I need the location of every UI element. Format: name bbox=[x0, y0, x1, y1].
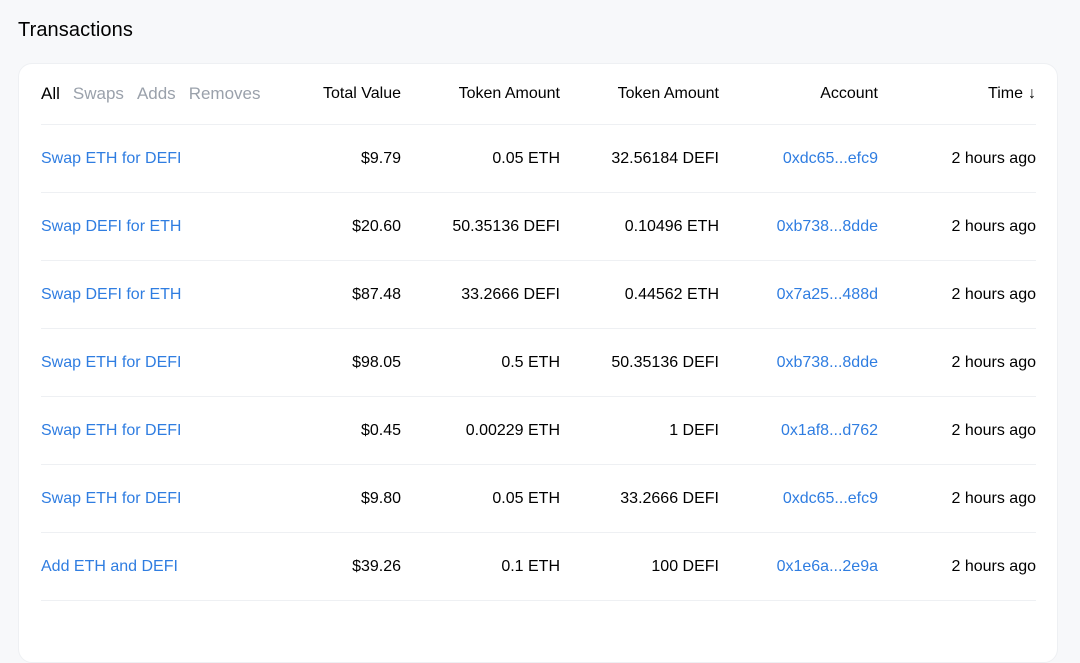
token-amount-1: 0.00229 ETH bbox=[465, 421, 560, 439]
time-ago: 2 hours ago bbox=[951, 149, 1036, 167]
transaction-type-link[interactable]: Swap ETH for DEFI bbox=[41, 422, 181, 440]
column-header-token-amount-1[interactable]: Token Amount bbox=[401, 64, 560, 124]
column-header-token-amount-2[interactable]: Token Amount bbox=[560, 64, 719, 124]
filter-tabs: All Swaps Adds Removes bbox=[41, 64, 261, 124]
column-header-total-value-label: Total Value bbox=[323, 85, 401, 102]
account-link[interactable]: 0x1e6a...2e9a bbox=[777, 558, 878, 576]
total-value: $39.26 bbox=[352, 557, 401, 575]
column-header-total-value[interactable]: Total Value bbox=[301, 64, 401, 124]
transaction-type-link[interactable]: Add ETH and DEFI bbox=[41, 558, 178, 576]
table-row: Swap ETH for DEFI $9.80 0.05 ETH 33.2666 DE… bbox=[41, 465, 1036, 533]
filter-swaps[interactable]: Swaps bbox=[73, 84, 124, 104]
filter-adds[interactable]: Adds bbox=[137, 84, 176, 104]
total-value: $9.79 bbox=[360, 149, 401, 167]
transactions-table: All Swaps Adds Removes Total Value Token… bbox=[41, 64, 1036, 601]
table-header: All Swaps Adds Removes Total Value Token… bbox=[41, 64, 1036, 125]
total-value: $98.05 bbox=[352, 353, 401, 371]
table-body: Swap ETH for DEFI $9.79 0.05 ETH 32.56184 D… bbox=[41, 125, 1036, 601]
token-amount-1: 50.35136 DEFI bbox=[452, 217, 560, 235]
column-header-account[interactable]: Account bbox=[719, 64, 878, 124]
total-value: $87.48 bbox=[352, 285, 401, 303]
table-row: Swap DEFI for ETH $20.60 50.35136 DEFI 0.10… bbox=[41, 193, 1036, 261]
transaction-type-link[interactable]: Swap DEFI for ETH bbox=[41, 218, 181, 236]
time-ago: 2 hours ago bbox=[951, 489, 1036, 507]
time-ago: 2 hours ago bbox=[951, 285, 1036, 303]
transaction-type-link[interactable]: Swap ETH for DEFI bbox=[41, 150, 181, 168]
column-header-time[interactable]: Time ↓ bbox=[878, 64, 1036, 124]
table-row: Add ETH and DEFI $39.26 0.1 ETH 100 DEFI 0x1… bbox=[41, 533, 1036, 601]
token-amount-2: 33.2666 DEFI bbox=[620, 489, 719, 507]
transaction-type-link[interactable]: Swap ETH for DEFI bbox=[41, 490, 181, 508]
token-amount-2: 0.44562 ETH bbox=[624, 285, 719, 303]
token-amount-1: 33.2666 DEFI bbox=[461, 285, 560, 303]
transactions-card: All Swaps Adds Removes Total Value Token… bbox=[18, 63, 1058, 663]
account-link[interactable]: 0xb738...8dde bbox=[777, 218, 878, 236]
filter-removes[interactable]: Removes bbox=[189, 84, 261, 104]
table-row: Swap ETH for DEFI $0.45 0.00229 ETH 1 DEFI 0… bbox=[41, 397, 1036, 465]
transaction-type-link[interactable]: Swap DEFI for ETH bbox=[41, 286, 181, 304]
page-title: Transactions bbox=[18, 19, 133, 41]
column-header-token-amount-2-label: Token Amount bbox=[617, 85, 719, 102]
filter-all[interactable]: All bbox=[41, 84, 60, 104]
total-value: $9.80 bbox=[360, 489, 401, 507]
total-value: $0.45 bbox=[360, 421, 401, 439]
token-amount-1: 0.05 ETH bbox=[492, 489, 560, 507]
token-amount-2: 100 DEFI bbox=[651, 557, 719, 575]
account-link[interactable]: 0x7a25...488d bbox=[777, 286, 878, 304]
column-header-token-amount-1-label: Token Amount bbox=[458, 85, 560, 102]
table-row: Swap ETH for DEFI $98.05 0.5 ETH 50.35136 D… bbox=[41, 329, 1036, 397]
time-ago: 2 hours ago bbox=[951, 353, 1036, 371]
account-link[interactable]: 0xdc65...efc9 bbox=[783, 490, 878, 508]
time-ago: 2 hours ago bbox=[951, 217, 1036, 235]
transaction-type-link[interactable]: Swap ETH for DEFI bbox=[41, 354, 181, 372]
sort-arrow-down-icon: ↓ bbox=[1028, 85, 1036, 102]
token-amount-1: 0.5 ETH bbox=[501, 353, 560, 371]
token-amount-1: 0.1 ETH bbox=[501, 557, 560, 575]
table-row: Swap ETH for DEFI $9.79 0.05 ETH 32.56184 D… bbox=[41, 125, 1036, 193]
token-amount-2: 50.35136 DEFI bbox=[611, 353, 719, 371]
time-ago: 2 hours ago bbox=[951, 557, 1036, 575]
account-link[interactable]: 0xdc65...efc9 bbox=[783, 150, 878, 168]
table-row: Swap DEFI for ETH $87.48 33.2666 DEFI 0.445… bbox=[41, 261, 1036, 329]
column-header-account-label: Account bbox=[820, 85, 878, 102]
token-amount-2: 0.10496 ETH bbox=[624, 217, 719, 235]
account-link[interactable]: 0x1af8...d762 bbox=[781, 422, 878, 440]
token-amount-2: 1 DEFI bbox=[669, 421, 719, 439]
token-amount-1: 0.05 ETH bbox=[492, 149, 560, 167]
column-header-time-label: Time bbox=[988, 85, 1023, 102]
total-value: $20.60 bbox=[352, 217, 401, 235]
token-amount-2: 32.56184 DEFI bbox=[611, 149, 719, 167]
time-ago: 2 hours ago bbox=[951, 421, 1036, 439]
account-link[interactable]: 0xb738...8dde bbox=[777, 354, 878, 372]
